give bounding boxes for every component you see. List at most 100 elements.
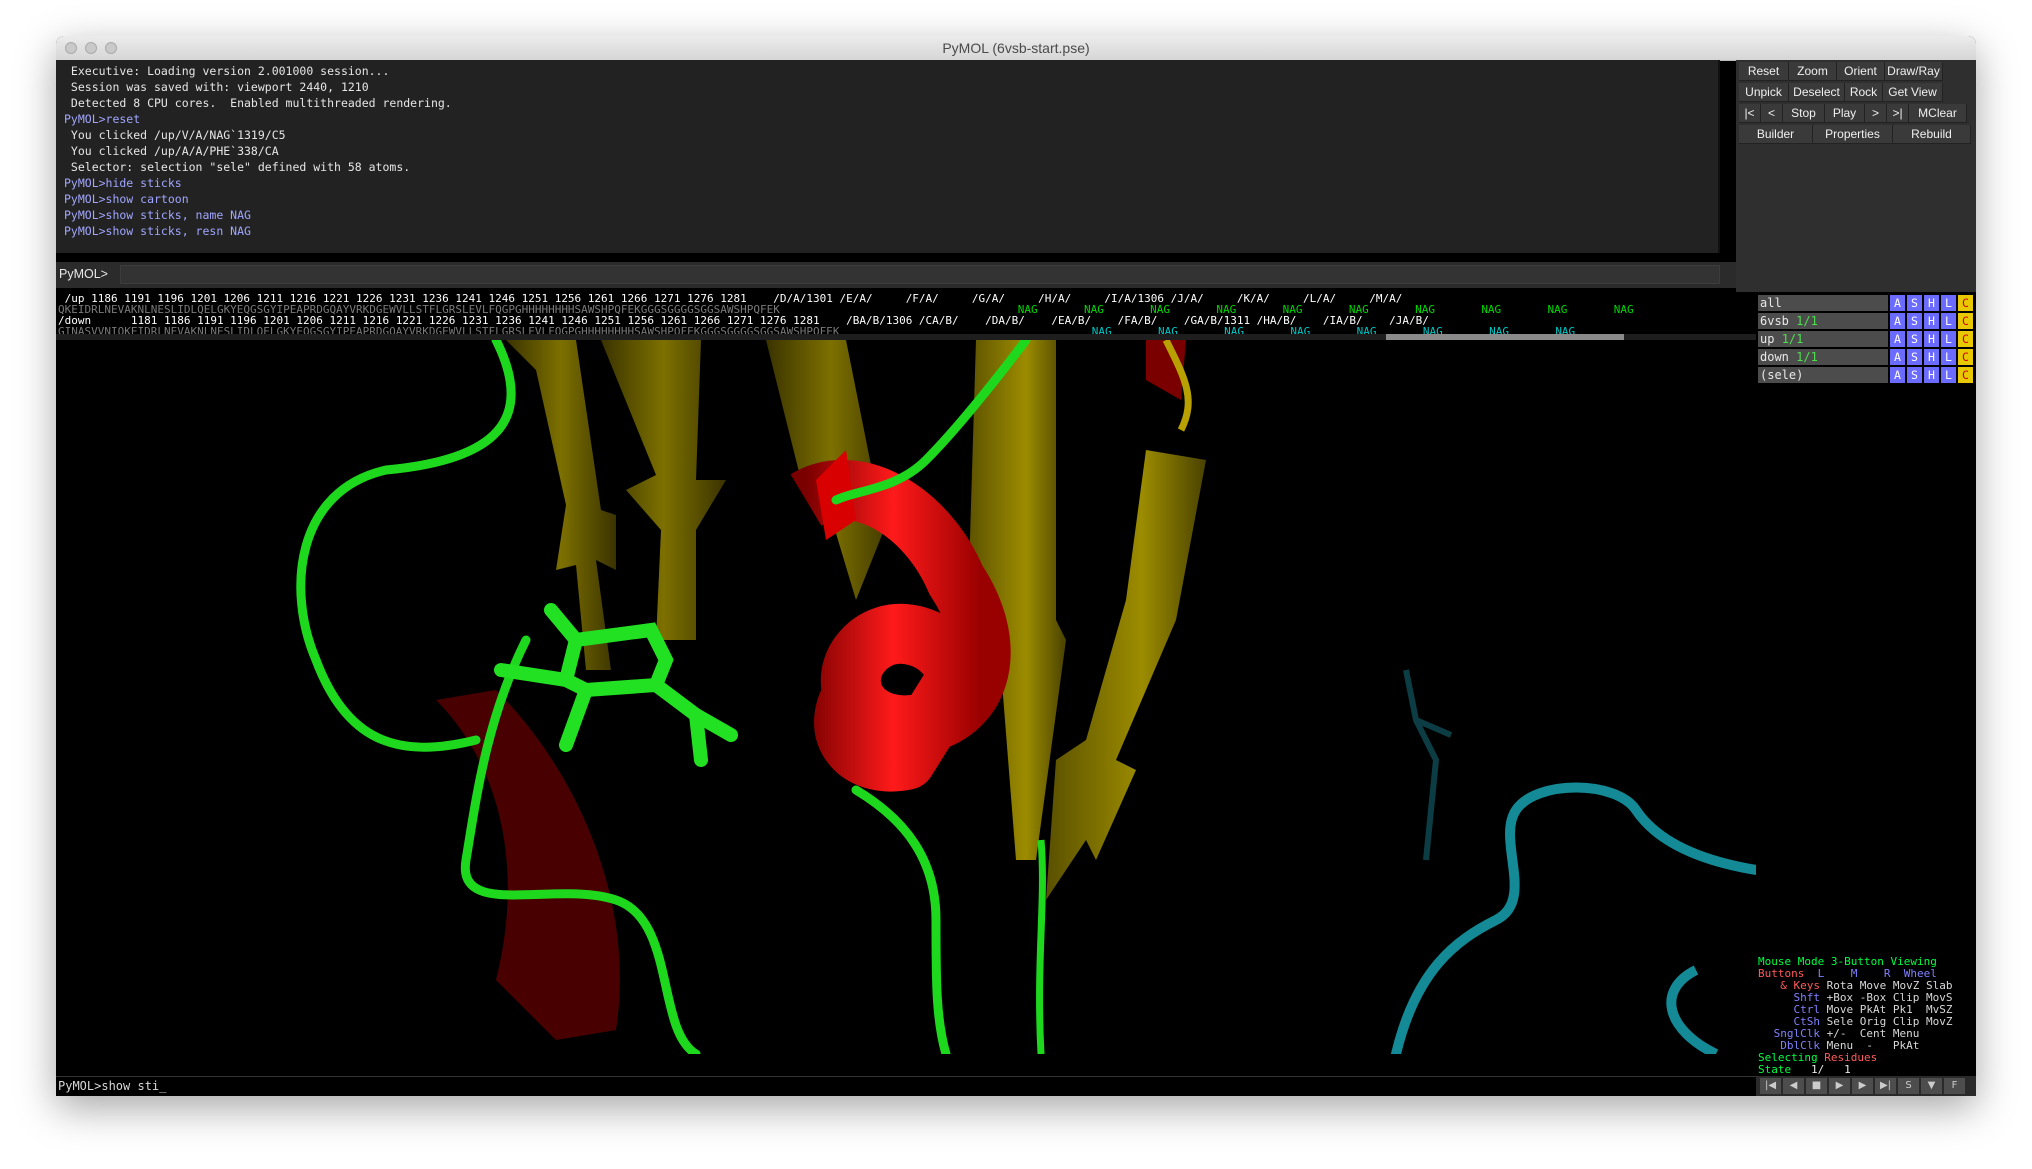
object-action-a-button[interactable]: A: [1890, 367, 1905, 383]
log-output-line: Executive: Loading version 2.001000 sess…: [64, 64, 390, 78]
object-action-a-button[interactable]: A: [1890, 331, 1905, 347]
object-row: down 1/1 A S H L C: [1756, 348, 1976, 366]
object-action-s-button[interactable]: S: [1907, 331, 1922, 347]
log-command-line: PyMOL>show cartoon: [64, 192, 189, 206]
log-output-line: Detected 8 CPU cores. Enabled multithrea…: [64, 96, 452, 110]
output-log: Executive: Loading version 2.001000 sess…: [56, 60, 1720, 253]
object-action-s-button[interactable]: S: [1907, 367, 1922, 383]
title-bar: PyMOL (6vsb-start.pse): [56, 36, 1976, 61]
3d-viewport[interactable]: [56, 340, 1756, 1054]
object-row: all A S H L C: [1756, 294, 1976, 312]
object-name[interactable]: down 1/1: [1758, 349, 1888, 365]
object-action-a-button[interactable]: A: [1890, 313, 1905, 329]
gui-button-orient[interactable]: Orient: [1837, 62, 1885, 81]
object-action-h-button[interactable]: H: [1924, 349, 1939, 365]
object-state: 1/1: [1796, 350, 1818, 364]
gui-button-deselect[interactable]: Deselect: [1789, 83, 1845, 102]
object-action-l-button[interactable]: L: [1941, 367, 1956, 383]
pymol-window: PyMOL (6vsb-start.pse) Executive: Loadin…: [56, 36, 1976, 1096]
command-row: PyMOL>: [56, 262, 1736, 288]
beta-strand-2: [601, 340, 726, 640]
object-action-s-button[interactable]: S: [1907, 349, 1922, 365]
gui-button-[interactable]: |<: [1739, 104, 1761, 123]
object-name-text: (sele): [1760, 368, 1804, 382]
mouse-mode-panel: Mouse Mode 3-Button Viewing Buttons L M …: [1756, 954, 1976, 1076]
log-output-line: Selector: selection "sele" defined with …: [64, 160, 411, 174]
vcr-rewind-button[interactable]: |◀: [1760, 1078, 1781, 1094]
faint-sticks: [1403, 669, 1453, 861]
external-gui-buttons: Reset Zoom Orient Draw/Ray Unpick Deselect Roc…: [1736, 60, 1976, 300]
object-action-l-button[interactable]: L: [1941, 331, 1956, 347]
object-action-h-button[interactable]: H: [1924, 295, 1939, 311]
vcr-scene-button[interactable]: S: [1898, 1078, 1919, 1094]
gui-button-[interactable]: >: [1865, 104, 1887, 123]
object-action-h-button[interactable]: H: [1924, 367, 1939, 383]
loop-cyan-2: [1666, 965, 1719, 1054]
object-name[interactable]: (sele): [1758, 367, 1888, 383]
object-action-c-button[interactable]: C: [1958, 349, 1973, 365]
log-output-line: You clicked /up/V/A/NAG`1319/C5: [64, 128, 286, 142]
mouse-binding-values: Menu - PkAt: [1826, 1039, 1920, 1052]
object-action-c-button[interactable]: C: [1958, 313, 1973, 329]
loop-green-5: [1036, 839, 1046, 1054]
log-output-line: Session was saved with: viewport 2440, 1…: [64, 80, 369, 94]
gui-button-[interactable]: <: [1761, 104, 1783, 123]
vcr-fullscreen-button[interactable]: F: [1944, 1078, 1965, 1094]
gui-button-mclear[interactable]: MClear: [1909, 104, 1967, 123]
object-name[interactable]: up 1/1: [1758, 331, 1888, 347]
gui-button-play[interactable]: Play: [1825, 104, 1865, 123]
object-name[interactable]: 6vsb 1/1: [1758, 313, 1888, 329]
vcr-play-button[interactable]: ▶: [1829, 1078, 1850, 1094]
vcr-forward-button[interactable]: ▶: [1852, 1078, 1873, 1094]
object-action-c-button[interactable]: C: [1958, 367, 1973, 383]
viewport-command-line[interactable]: PyMOL>show sti_: [56, 1076, 1756, 1096]
object-name[interactable]: all: [1758, 295, 1888, 311]
command-prompt-label: PyMOL>: [59, 267, 108, 281]
loop-green-4: [851, 785, 951, 1054]
window-title: PyMOL (6vsb-start.pse): [942, 40, 1090, 56]
object-action-l-button[interactable]: L: [1941, 295, 1956, 311]
gui-button-draw-ray[interactable]: Draw/Ray: [1885, 62, 1943, 81]
object-row: 6vsb 1/1 A S H L C: [1756, 312, 1976, 330]
gui-button-properties[interactable]: Properties: [1813, 125, 1893, 144]
object-state: 1/1: [1781, 332, 1804, 346]
object-action-s-button[interactable]: S: [1907, 295, 1922, 311]
vcr-stop-button[interactable]: ■: [1806, 1078, 1827, 1094]
object-action-h-button[interactable]: H: [1924, 313, 1939, 329]
object-list: all A S H L C 6vsb 1/1 A S H L Cup 1/1 A S H L Cdown 1/1…: [1756, 292, 1976, 992]
gui-button-stop[interactable]: Stop: [1783, 104, 1825, 123]
gui-button-reset[interactable]: Reset: [1739, 62, 1789, 81]
mouse-binding-key: DblClk: [1780, 1039, 1820, 1052]
object-name-text: 6vsb: [1760, 314, 1789, 328]
molecule-render[interactable]: [56, 340, 1756, 1054]
loop-green-1: [296, 340, 516, 752]
object-action-c-button[interactable]: C: [1958, 331, 1973, 347]
gui-button-[interactable]: >|: [1887, 104, 1909, 123]
vcr-back-button[interactable]: ◀: [1783, 1078, 1804, 1094]
gui-button-rock[interactable]: Rock: [1845, 83, 1883, 102]
object-action-h-button[interactable]: H: [1924, 331, 1939, 347]
viewport-command-text[interactable]: PyMOL>show sti_: [58, 1079, 166, 1093]
object-action-s-button[interactable]: S: [1907, 313, 1922, 329]
gui-button-builder[interactable]: Builder: [1739, 125, 1813, 144]
object-name-text: all: [1760, 296, 1782, 310]
sequence-viewer[interactable]: /up 1186 1191 1196 1201 1206 1211 1216 1…: [56, 292, 1756, 340]
log-command-line: PyMOL>reset: [64, 112, 141, 126]
state-label: State: [1758, 1063, 1792, 1076]
object-action-c-button[interactable]: C: [1958, 295, 1973, 311]
gui-button-unpick[interactable]: Unpick: [1739, 83, 1789, 102]
gui-button-get-view[interactable]: Get View: [1883, 83, 1943, 102]
object-action-a-button[interactable]: A: [1890, 349, 1905, 365]
object-action-a-button[interactable]: A: [1890, 295, 1905, 311]
object-action-l-button[interactable]: L: [1941, 349, 1956, 365]
object-state: 1/1: [1796, 314, 1818, 328]
log-command-line: PyMOL>show sticks, name NAG: [64, 208, 251, 222]
gui-button-rebuild[interactable]: Rebuild: [1893, 125, 1971, 144]
object-name-text: down: [1760, 350, 1789, 364]
movie-controls: |◀ ◀ ■ ▶ ▶ ▶| S ▼ F: [1756, 1076, 1976, 1096]
command-input[interactable]: [120, 265, 1720, 284]
vcr-end-button[interactable]: ▶|: [1875, 1078, 1896, 1094]
gui-button-zoom[interactable]: Zoom: [1789, 62, 1837, 81]
object-action-l-button[interactable]: L: [1941, 313, 1956, 329]
vcr-menu-button[interactable]: ▼: [1921, 1078, 1942, 1094]
